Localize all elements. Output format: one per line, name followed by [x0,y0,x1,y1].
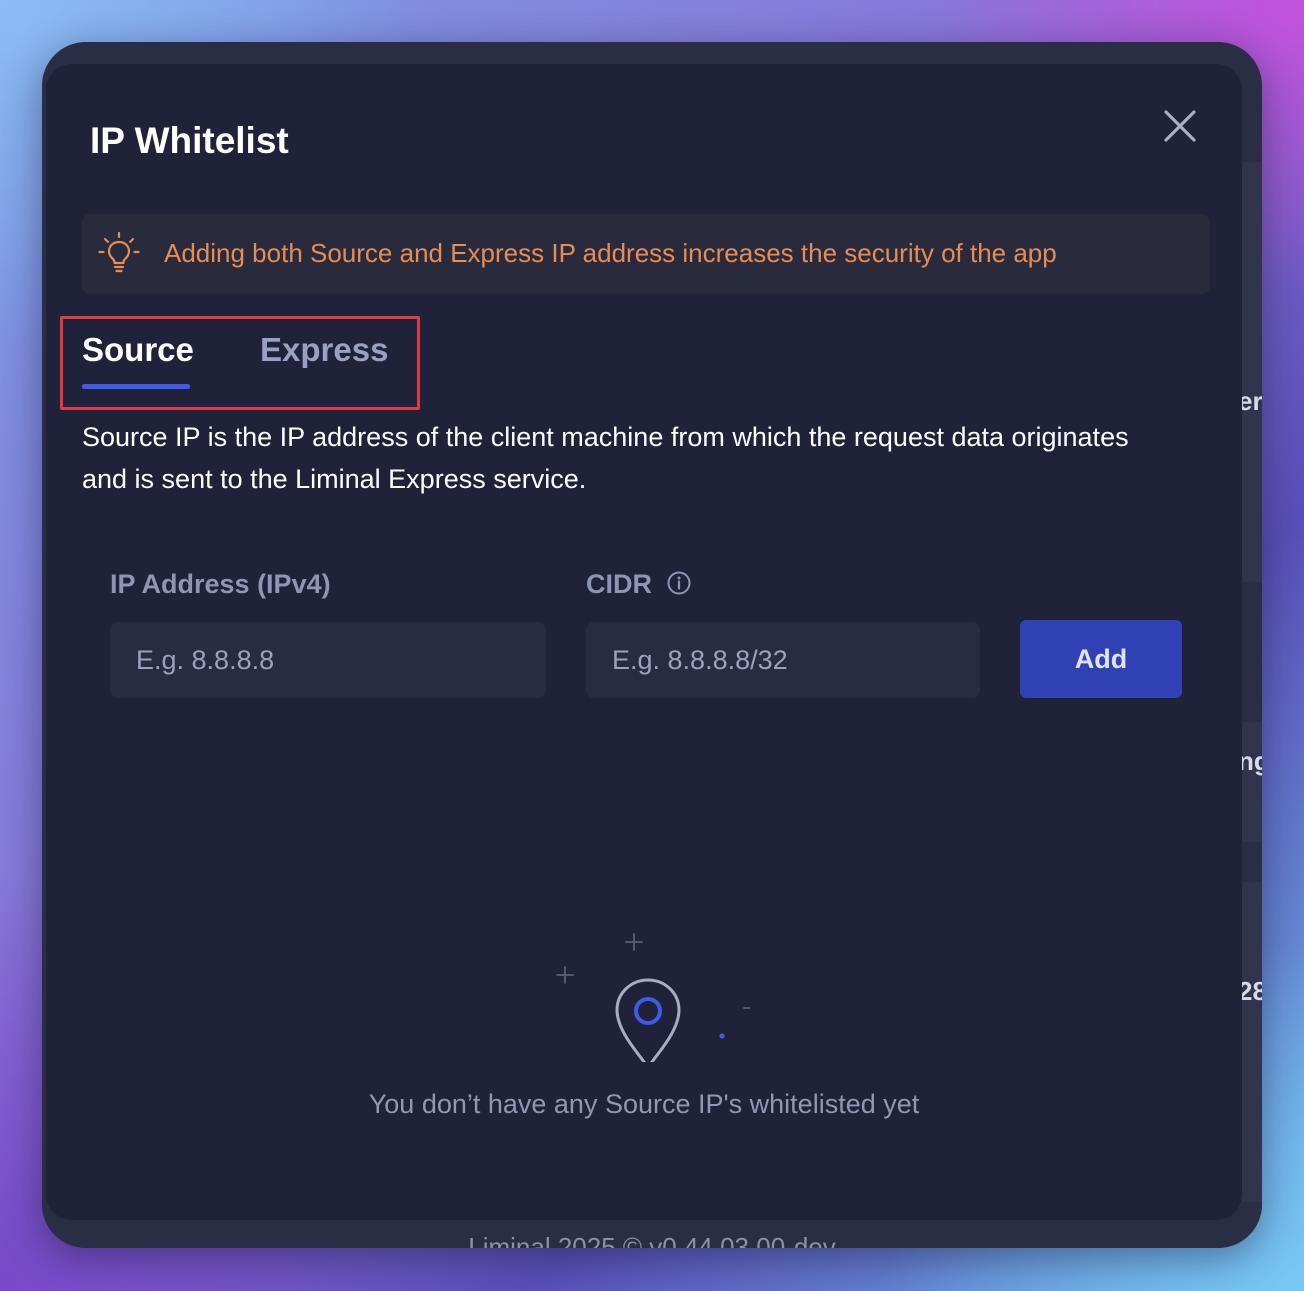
background-footer: Liminal 2025 © v0.44.03.00-dev [468,1232,836,1248]
ip-address-label: IP Address (IPv4) [110,569,331,599]
dialog-title: IP Whitelist [90,120,289,161]
tab-express[interactable]: Express [260,330,388,370]
close-icon [1164,110,1196,142]
cidr-label: CIDR [586,569,652,599]
ip-address-input[interactable] [110,622,546,698]
tip-text: Adding both Source and Express IP addres… [164,238,1057,268]
tip-banner: Adding both Source and Express IP addres… [82,214,1210,294]
empty-state-message: You don’t have any Source IP's whitelist… [368,1089,920,1119]
lightbulb-icon [98,231,140,273]
close-button[interactable] [1160,106,1200,146]
cidr-label-group: CIDR [586,566,692,602]
app-window: er ng 28 Liminal 2025 © v0.44.03.00-dev … [42,42,1262,1248]
location-pin-icon [556,933,750,1062]
cidr-input[interactable] [586,622,980,698]
tab-description: Source IP is the IP address of the clien… [82,422,1129,494]
add-button[interactable]: Add [1020,620,1182,698]
tab-source[interactable]: Source [82,330,194,370]
active-tab-indicator [82,384,190,389]
info-icon[interactable] [666,570,692,596]
ip-whitelist-dialog: IP Whitelist Adding both Source and Expr… [46,64,1242,1220]
